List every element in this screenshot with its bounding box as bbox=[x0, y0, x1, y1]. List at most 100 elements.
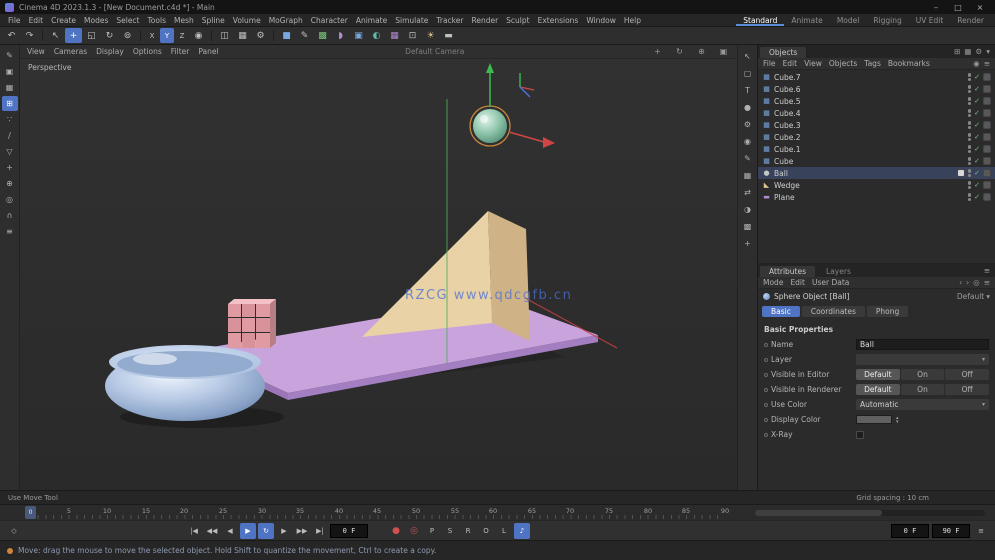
phong-tag[interactable] bbox=[983, 133, 991, 141]
phong-tag[interactable] bbox=[983, 73, 991, 81]
keyframe-scale-toggle[interactable]: S bbox=[442, 523, 458, 539]
object-row-cube7[interactable]: ▦ Cube.7 ✓ bbox=[758, 71, 995, 83]
om-picture-icon[interactable]: ▦ bbox=[964, 47, 971, 56]
section-basic-properties[interactable]: Basic Properties bbox=[764, 323, 989, 336]
keyframe-parameter-toggle[interactable]: O bbox=[478, 523, 494, 539]
visible-editor-on-button[interactable]: On bbox=[900, 369, 945, 380]
om-menu-bookmarks[interactable]: Bookmarks bbox=[888, 59, 930, 68]
phong-tag[interactable] bbox=[983, 109, 991, 117]
light-menu[interactable]: ☀ bbox=[422, 28, 439, 43]
enabled-check[interactable]: ✓ bbox=[974, 109, 980, 117]
layout-tab-model[interactable]: Model bbox=[830, 14, 867, 26]
texture-tag[interactable] bbox=[956, 169, 965, 177]
tab-attributes[interactable]: Attributes bbox=[760, 266, 816, 277]
menu-extensions[interactable]: Extensions bbox=[534, 16, 583, 25]
menu-render[interactable]: Render bbox=[467, 16, 502, 25]
object-row-cube5[interactable]: ▦ Cube.5 ✓ bbox=[758, 95, 995, 107]
menu-mesh[interactable]: Mesh bbox=[170, 16, 198, 25]
object-name[interactable]: Wedge bbox=[774, 181, 800, 190]
lock-target-icon[interactable]: ◎ bbox=[973, 278, 980, 287]
object-row-cube2[interactable]: ▦ Cube.2 ✓ bbox=[758, 131, 995, 143]
search-icon[interactable]: ◉ bbox=[973, 59, 980, 68]
tab-coordinates[interactable]: Coordinates bbox=[801, 306, 865, 317]
go-to-start-button[interactable]: |◀ bbox=[186, 523, 202, 539]
object-row-plane[interactable]: ▬ Plane ✓ bbox=[758, 191, 995, 203]
takes-panel-icon[interactable]: T bbox=[740, 83, 756, 98]
xray-checkbox[interactable] bbox=[856, 430, 864, 439]
make-editable-button[interactable]: ✎ bbox=[2, 48, 18, 63]
keyframe-pla-toggle[interactable]: L bbox=[496, 523, 512, 539]
viewport-canvas[interactable]: RZCG www.qdcgfb.cn Perspective bbox=[20, 59, 737, 490]
menu-file[interactable]: File bbox=[4, 16, 25, 25]
visibility-dots[interactable] bbox=[967, 181, 972, 189]
zoom-view-icon[interactable]: ⊕ bbox=[695, 47, 708, 56]
enabled-check[interactable]: ✓ bbox=[974, 85, 980, 93]
render-view-button[interactable]: ◫ bbox=[216, 28, 233, 43]
object-row-cube6[interactable]: ▦ Cube.6 ✓ bbox=[758, 83, 995, 95]
timeline-ruler[interactable]: 0 5 10 15 20 25 30 35 40 45 50 55 60 65 … bbox=[0, 504, 995, 520]
phong-tag[interactable] bbox=[983, 145, 991, 153]
preview-marker-button[interactable]: ◇ bbox=[6, 523, 22, 539]
loop-toggle[interactable]: ↻ bbox=[258, 522, 274, 539]
tab-basic[interactable]: Basic bbox=[762, 306, 800, 317]
time-panel-icon[interactable]: ◑ bbox=[740, 202, 756, 217]
visible-editor-default-button[interactable]: Default bbox=[856, 369, 900, 380]
vp-menu-cameras[interactable]: Cameras bbox=[54, 47, 87, 56]
sound-toggle[interactable]: ♪ bbox=[514, 522, 530, 539]
settings-gear-icon[interactable]: ⚙ bbox=[740, 117, 756, 132]
range-end-field[interactable]: 90 F bbox=[932, 523, 970, 538]
enabled-check[interactable]: ✓ bbox=[974, 97, 980, 105]
menu-create[interactable]: Create bbox=[47, 16, 80, 25]
phong-tag[interactable] bbox=[983, 169, 991, 177]
phong-tag[interactable] bbox=[983, 85, 991, 93]
om-menu-view[interactable]: View bbox=[804, 59, 822, 68]
visible-renderer-default-button[interactable]: Default bbox=[856, 384, 900, 395]
material-grid-icon[interactable]: ▩ bbox=[740, 219, 756, 234]
points-mode-button[interactable]: ∵ bbox=[2, 112, 18, 127]
wedge-object[interactable] bbox=[362, 211, 492, 337]
texture-mode-button[interactable]: ▦ bbox=[2, 80, 18, 95]
visibility-dots[interactable] bbox=[967, 193, 972, 201]
phong-tag[interactable] bbox=[983, 97, 991, 105]
vp-menu-filter[interactable]: Filter bbox=[171, 47, 190, 56]
tab-objects[interactable]: Objects bbox=[760, 47, 807, 58]
layer-dropdown[interactable]: ▾ bbox=[856, 354, 989, 365]
volume-menu[interactable]: ▣ bbox=[350, 28, 367, 43]
primitive-cube-menu[interactable]: ■ bbox=[278, 28, 295, 43]
menu-volume[interactable]: Volume bbox=[229, 16, 265, 25]
keyframe-rotation-toggle[interactable]: R bbox=[460, 523, 476, 539]
history-forward-icon[interactable]: › bbox=[966, 278, 969, 287]
coordinate-system-toggle[interactable]: ◉ bbox=[190, 28, 207, 43]
spin-down-icon[interactable]: ▾ bbox=[896, 419, 899, 424]
object-name[interactable]: Ball bbox=[774, 169, 788, 178]
layout-tab-standard[interactable]: Standard bbox=[736, 14, 784, 26]
mograph-menu[interactable]: ▦ bbox=[386, 28, 403, 43]
uv-grid-panel-icon[interactable]: ▦ bbox=[740, 168, 756, 183]
am-burger-icon[interactable]: ≡ bbox=[984, 278, 990, 287]
play-button[interactable]: ▶ bbox=[240, 522, 256, 539]
object-name[interactable]: Cube.6 bbox=[774, 85, 801, 94]
object-row-cube1[interactable]: ▦ Cube.1 ✓ bbox=[758, 143, 995, 155]
use-color-dropdown[interactable]: Automatic ▾ bbox=[856, 399, 989, 410]
preset-dropdown[interactable]: Default ▾ bbox=[957, 292, 990, 301]
pan-view-icon[interactable]: + bbox=[651, 47, 664, 56]
quantize-button[interactable]: ≡ bbox=[2, 224, 18, 239]
axis-y-lock[interactable]: Y bbox=[160, 28, 174, 43]
axis-x-lock[interactable]: X bbox=[145, 28, 159, 43]
history-back-icon[interactable]: ‹ bbox=[959, 278, 962, 287]
om-menu-objects[interactable]: Objects bbox=[829, 59, 857, 68]
live-selection-tool[interactable]: ↖ bbox=[47, 28, 64, 43]
visibility-dots[interactable] bbox=[967, 133, 972, 141]
workplane-mode-button[interactable]: ⊞ bbox=[1, 96, 18, 111]
layout-tab-animate[interactable]: Animate bbox=[784, 14, 829, 26]
object-name[interactable]: Cube.5 bbox=[774, 97, 801, 106]
visibility-dots[interactable] bbox=[967, 169, 972, 177]
pen-panel-icon[interactable]: ✎ bbox=[740, 151, 756, 166]
layout-tab-uvedit[interactable]: UV Edit bbox=[909, 14, 951, 26]
sphere-object[interactable] bbox=[469, 105, 511, 147]
enable-axis-button[interactable]: ⊕ bbox=[2, 176, 18, 191]
menu-tracker[interactable]: Tracker bbox=[432, 16, 467, 25]
object-row-ball[interactable]: ● Ball ✓ bbox=[758, 167, 995, 179]
tweak-mode-button[interactable]: + bbox=[2, 160, 18, 175]
phong-tag[interactable] bbox=[983, 193, 991, 201]
